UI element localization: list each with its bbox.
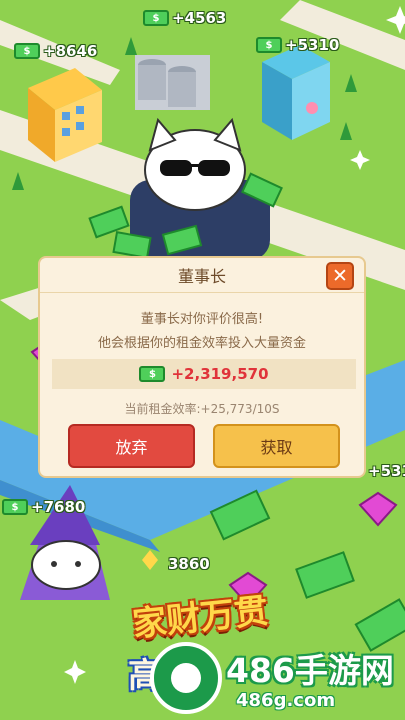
reward-text: +531 (368, 462, 405, 480)
dialog-message-line-2: 他会根据你的租金效率投入大量资金 (97, 336, 306, 351)
cash-bill-icon: $ (143, 10, 169, 26)
floating-reward: $ +4563 (143, 9, 226, 27)
cash-bill-icon: $ (2, 499, 28, 515)
cash-bill-icon: $ (139, 366, 166, 382)
dialog-title: 董事长 (177, 267, 226, 286)
office-building[interactable] (262, 45, 330, 140)
give-up-label: 放弃 (115, 438, 148, 457)
cash-bill-icon: $ (256, 37, 282, 53)
close-button[interactable]: ✕ (326, 262, 354, 290)
floating-reward: $ +7680 (2, 498, 85, 516)
dialog-message-line-1: 董事长对你评价很高! (140, 312, 264, 327)
obtain-label: 获取 (260, 438, 293, 457)
rent-efficiency-label: 当前租金效率:+25,773/10S (124, 402, 280, 416)
give-up-button[interactable]: 放弃 (68, 424, 195, 468)
factory-building[interactable] (135, 55, 210, 110)
reward-text: 3860 (168, 555, 210, 573)
reward-amount-row: $ +2,319,570 (52, 359, 356, 389)
watermark-title: 486手游网 (226, 651, 394, 690)
reward-text: +8646 (43, 42, 98, 60)
floating-reward: $ +8646 (14, 42, 97, 60)
reward-text: +4563 (172, 9, 227, 27)
close-icon: ✕ (332, 265, 348, 287)
reward-amount: +2,319,570 (171, 365, 269, 383)
obtain-button[interactable]: 获取 (213, 424, 340, 468)
site-watermark: 486手游网 486g.com (150, 640, 405, 720)
floating-reward: 3860 (168, 555, 210, 573)
reward-text: +7680 (31, 498, 86, 516)
cash-bill-icon: $ (14, 43, 40, 59)
watermark-url: 486g.com (236, 690, 336, 711)
reward-text: +5310 (285, 36, 340, 54)
chairman-dialog: 董事长 ✕ 董事长对你评价很高! 他会根据你的租金效率投入大量资金 $ +2,3… (38, 256, 366, 478)
floating-reward: $ +5310 (256, 36, 339, 54)
floating-reward: +531 (368, 462, 405, 480)
dialog-header: 董事长 ✕ (40, 258, 364, 293)
watermark-logo-icon (150, 642, 222, 714)
